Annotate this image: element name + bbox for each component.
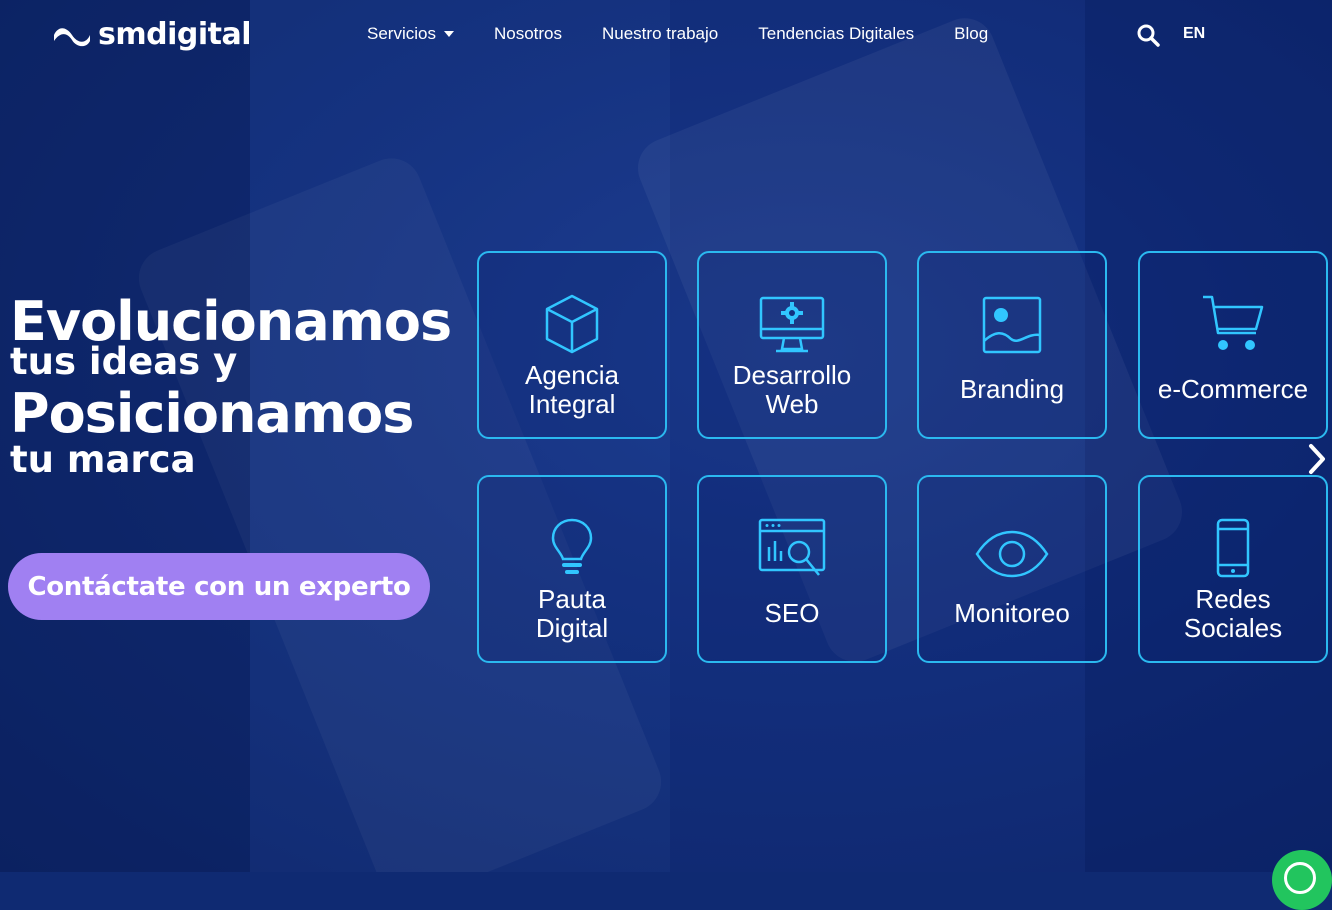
smdigital-logo-icon bbox=[54, 27, 90, 46]
service-card-redes-sociales[interactable]: Redes Sociales bbox=[1138, 475, 1328, 663]
hero-headline: Evolucionamos tus ideas y Posicionamos t… bbox=[10, 292, 452, 482]
service-card-agencia-integral[interactable]: Agencia Integral bbox=[477, 251, 667, 439]
language-switch[interactable]: EN bbox=[1183, 25, 1205, 43]
nav-item-nosotros[interactable]: Nosotros bbox=[494, 24, 562, 44]
cube-icon bbox=[545, 294, 599, 354]
nav-item-blog[interactable]: Blog bbox=[954, 24, 988, 44]
eye-icon bbox=[975, 530, 1049, 578]
service-card-desarrollo-web[interactable]: Desarrollo Web bbox=[697, 251, 887, 439]
nav-item-label: Servicios bbox=[367, 24, 436, 43]
service-card-branding[interactable]: Branding bbox=[917, 251, 1107, 439]
nav-item-label: Nuestro trabajo bbox=[602, 24, 719, 43]
nav-item-tendencias-digitales[interactable]: Tendencias Digitales bbox=[758, 24, 914, 44]
search-icon bbox=[1137, 24, 1160, 47]
chevron-right-icon bbox=[1309, 444, 1325, 474]
service-card-ecommerce[interactable]: e-Commerce bbox=[1138, 251, 1328, 439]
brand-logo[interactable]: smdigital bbox=[52, 17, 252, 52]
hero-line-3: Posicionamos bbox=[10, 382, 414, 445]
monitor-gear-icon bbox=[759, 296, 825, 353]
chevron-down-icon bbox=[443, 31, 454, 37]
nav-item-servicios[interactable]: Servicios bbox=[367, 24, 454, 44]
search-button[interactable] bbox=[1136, 23, 1160, 51]
whatsapp-icon bbox=[1284, 862, 1316, 894]
service-label: Desarrollo Web bbox=[732, 360, 852, 419]
image-icon bbox=[982, 296, 1042, 354]
lightbulb-icon bbox=[551, 518, 593, 574]
service-card-monitoreo[interactable]: Monitoreo bbox=[917, 475, 1107, 663]
brand-name: smdigital bbox=[98, 17, 252, 52]
service-card-seo[interactable]: SEO bbox=[697, 475, 887, 663]
browser-search-icon bbox=[758, 518, 826, 576]
whatsapp-button[interactable] bbox=[1272, 850, 1332, 910]
contact-expert-button[interactable]: Contáctate con un experto bbox=[8, 553, 430, 620]
smartphone-icon bbox=[1216, 518, 1250, 578]
main-nav: Servicios Nosotros Nuestro trabajo Tende… bbox=[367, 24, 988, 44]
site-header: smdigital Servicios Nosotros Nuestro tra… bbox=[0, 0, 1332, 70]
service-label: Pauta Digital bbox=[535, 584, 609, 643]
service-label: e-Commerce bbox=[1157, 374, 1309, 404]
service-label: Branding bbox=[959, 374, 1065, 404]
nav-item-label: Tendencias Digitales bbox=[758, 24, 915, 43]
nav-item-nuestro-trabajo[interactable]: Nuestro trabajo bbox=[602, 24, 718, 44]
service-label: Redes Sociales bbox=[1183, 584, 1283, 643]
service-label: SEO bbox=[764, 598, 820, 628]
service-card-pauta-digital[interactable]: Pauta Digital bbox=[477, 475, 667, 663]
service-label: Agencia Integral bbox=[525, 360, 619, 419]
nav-item-label: Nosotros bbox=[493, 24, 562, 43]
service-label: Monitoreo bbox=[954, 598, 1070, 628]
nav-item-label: Blog bbox=[954, 24, 989, 43]
shopping-cart-icon bbox=[1203, 295, 1264, 350]
carousel-next-button[interactable] bbox=[1306, 442, 1328, 480]
